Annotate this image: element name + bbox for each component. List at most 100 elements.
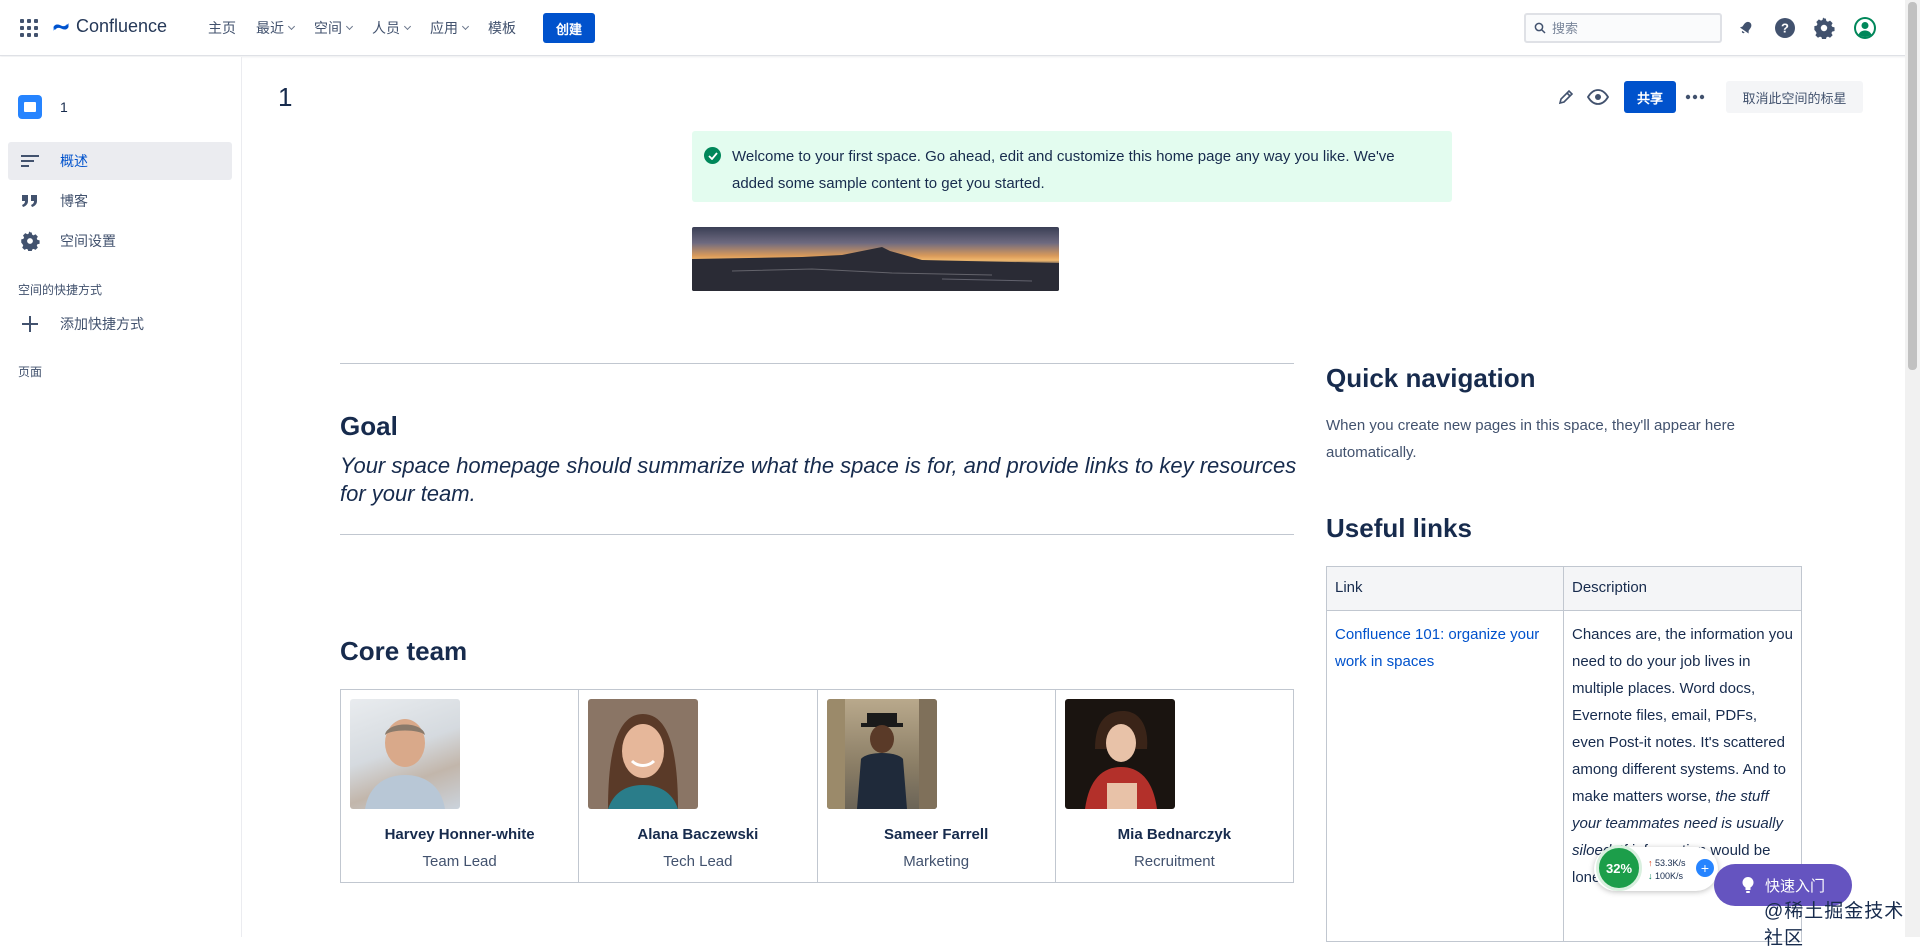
- space-header[interactable]: 1: [18, 95, 68, 119]
- goal-heading: Goal: [340, 411, 398, 441]
- member-name: Harvey Honner-white: [384, 826, 535, 843]
- info-message: Welcome to your first space. Go ahead, e…: [732, 148, 1395, 192]
- quick-navigation-text: When you create new pages in this space,…: [1326, 417, 1735, 461]
- nav-people-label: 人员: [372, 20, 400, 36]
- sidebar-item-label: 空间设置: [60, 233, 116, 249]
- member-photo: [588, 699, 699, 809]
- confluence-logo[interactable]: Confluence: [52, 16, 167, 37]
- team-member-card: Alana Baczewski Tech Lead: [579, 690, 818, 882]
- help-icon[interactable]: ?: [1773, 16, 1797, 40]
- space-avatar-icon: [18, 95, 42, 119]
- banner-image: [692, 227, 1059, 291]
- team-member-card: Mia Bednarczyk Recruitment: [1056, 690, 1293, 882]
- success-check-icon: [704, 147, 721, 164]
- notifications-icon[interactable]: [1734, 16, 1758, 40]
- core-team-table: Harvey Honner-white Team Lead Alana Bacz…: [340, 689, 1294, 883]
- space-name: 1: [60, 99, 68, 115]
- user-avatar-icon[interactable]: [1853, 16, 1877, 40]
- upload-speed: 53.3K/s: [1655, 858, 1686, 868]
- team-member-card: Sameer Farrell Marketing: [818, 690, 1056, 882]
- member-role: Recruitment: [1133, 853, 1215, 870]
- sidebar-item-label: 博客: [60, 193, 88, 209]
- space-sidebar: 1 概述 博客 空间设置 空间的快捷方式 添加快捷方式 页面: [0, 57, 242, 937]
- settings-gear-icon[interactable]: [1812, 16, 1836, 40]
- sidebar-item-blog[interactable]: 博客: [8, 182, 232, 220]
- nav-spaces-label: 空间: [314, 20, 342, 36]
- member-name: Alana Baczewski: [637, 826, 759, 843]
- pages-heading: 页面: [18, 365, 43, 379]
- add-icon[interactable]: +: [1696, 859, 1714, 877]
- network-speed-widget[interactable]: 32% ↑ 53.3K/s ↓ 100K/s +: [1594, 845, 1718, 891]
- divider: [340, 363, 1294, 364]
- upload-arrow-icon: ↑: [1648, 858, 1653, 868]
- chevron-down-icon: [461, 22, 470, 31]
- nav-people[interactable]: 人员: [362, 0, 420, 56]
- column-header-description: Description: [1572, 579, 1648, 596]
- network-speeds: ↑ 53.3K/s ↓ 100K/s: [1648, 857, 1686, 883]
- page-scrollbar[interactable]: [1905, 0, 1920, 937]
- useful-links-heading: Useful links: [1326, 513, 1472, 543]
- quote-icon: [20, 191, 40, 211]
- add-shortcut-label: 添加快捷方式: [60, 316, 144, 332]
- member-photo: [826, 699, 937, 809]
- nav-recent[interactable]: 最近: [246, 0, 304, 56]
- search-box[interactable]: [1524, 13, 1722, 43]
- goal-text: Your space homepage should summarize wha…: [340, 453, 1297, 506]
- gear-icon: [20, 231, 40, 251]
- lightbulb-icon: [1742, 877, 1754, 893]
- svg-text:?: ?: [1781, 21, 1789, 36]
- member-role: Team Lead: [422, 853, 497, 870]
- table-cell-link: Confluence 101: organize your work in sp…: [1327, 611, 1564, 941]
- add-shortcut-button[interactable]: 添加快捷方式: [8, 305, 232, 343]
- chevron-down-icon: [287, 22, 296, 31]
- member-name: Mia Bednarczyk: [1117, 826, 1232, 843]
- column-header-link: Link: [1327, 567, 1564, 610]
- confluence-logo-icon: [53, 22, 69, 31]
- sidebar-item-label: 概述: [60, 153, 88, 169]
- chevron-down-icon: [345, 22, 354, 31]
- unstar-space-button[interactable]: 取消此空间的标星: [1726, 81, 1863, 113]
- nav-spaces[interactable]: 空间: [304, 0, 362, 56]
- member-role: Tech Lead: [663, 853, 733, 870]
- download-arrow-icon: ↓: [1648, 871, 1653, 881]
- divider: [340, 534, 1294, 535]
- edit-pencil-icon[interactable]: [1555, 86, 1577, 108]
- shortcuts-heading: 空间的快捷方式: [18, 283, 103, 297]
- nav-apps[interactable]: 应用: [420, 0, 478, 56]
- member-name: Sameer Farrell: [884, 826, 989, 843]
- share-button[interactable]: 共享: [1624, 81, 1676, 113]
- nav-apps-label: 应用: [430, 20, 458, 36]
- nav-recent-label: 最近: [256, 20, 284, 36]
- more-actions-icon[interactable]: [1684, 86, 1706, 108]
- overview-lines-icon: [20, 151, 40, 171]
- plus-icon: [20, 314, 40, 334]
- scrollbar-thumb[interactable]: [1908, 2, 1917, 370]
- download-speed: 100K/s: [1655, 871, 1684, 881]
- quickstart-label: 快速入门: [1764, 877, 1825, 895]
- table-header: Link Description: [1327, 567, 1801, 611]
- confluence-101-link[interactable]: Confluence 101: organize your work in sp…: [1335, 626, 1539, 670]
- member-role: Marketing: [903, 853, 970, 870]
- watch-eye-icon[interactable]: [1587, 86, 1609, 108]
- team-member-card: Harvey Honner-white Team Lead: [341, 690, 580, 882]
- product-name: Confluence: [76, 16, 168, 36]
- search-icon: [1534, 22, 1546, 34]
- member-photo: [1064, 699, 1175, 809]
- app-switcher-icon[interactable]: [20, 19, 38, 37]
- sidebar-item-space-settings[interactable]: 空间设置: [8, 222, 232, 260]
- page-title: 1: [278, 82, 293, 112]
- quick-navigation-heading: Quick navigation: [1326, 363, 1536, 393]
- create-button[interactable]: 创建: [543, 13, 595, 43]
- search-input[interactable]: [1552, 20, 1712, 36]
- nav-templates-label: 模板: [488, 20, 516, 36]
- description-text: Chances are, the information you need to…: [1572, 626, 1793, 805]
- nav-home-label: 主页: [208, 20, 236, 36]
- top-navigation: Confluence 主页 最近 空间 人员 应用 模板 创建 ?: [0, 0, 1920, 56]
- network-usage-percent: 32%: [1596, 845, 1642, 891]
- core-team-heading: Core team: [340, 636, 468, 666]
- watermark: @稀土掘金技术社区: [1764, 901, 1905, 949]
- nav-templates[interactable]: 模板: [478, 0, 526, 56]
- sidebar-item-overview[interactable]: 概述: [8, 142, 232, 180]
- nav-home[interactable]: 主页: [198, 0, 246, 56]
- chevron-down-icon: [403, 22, 412, 31]
